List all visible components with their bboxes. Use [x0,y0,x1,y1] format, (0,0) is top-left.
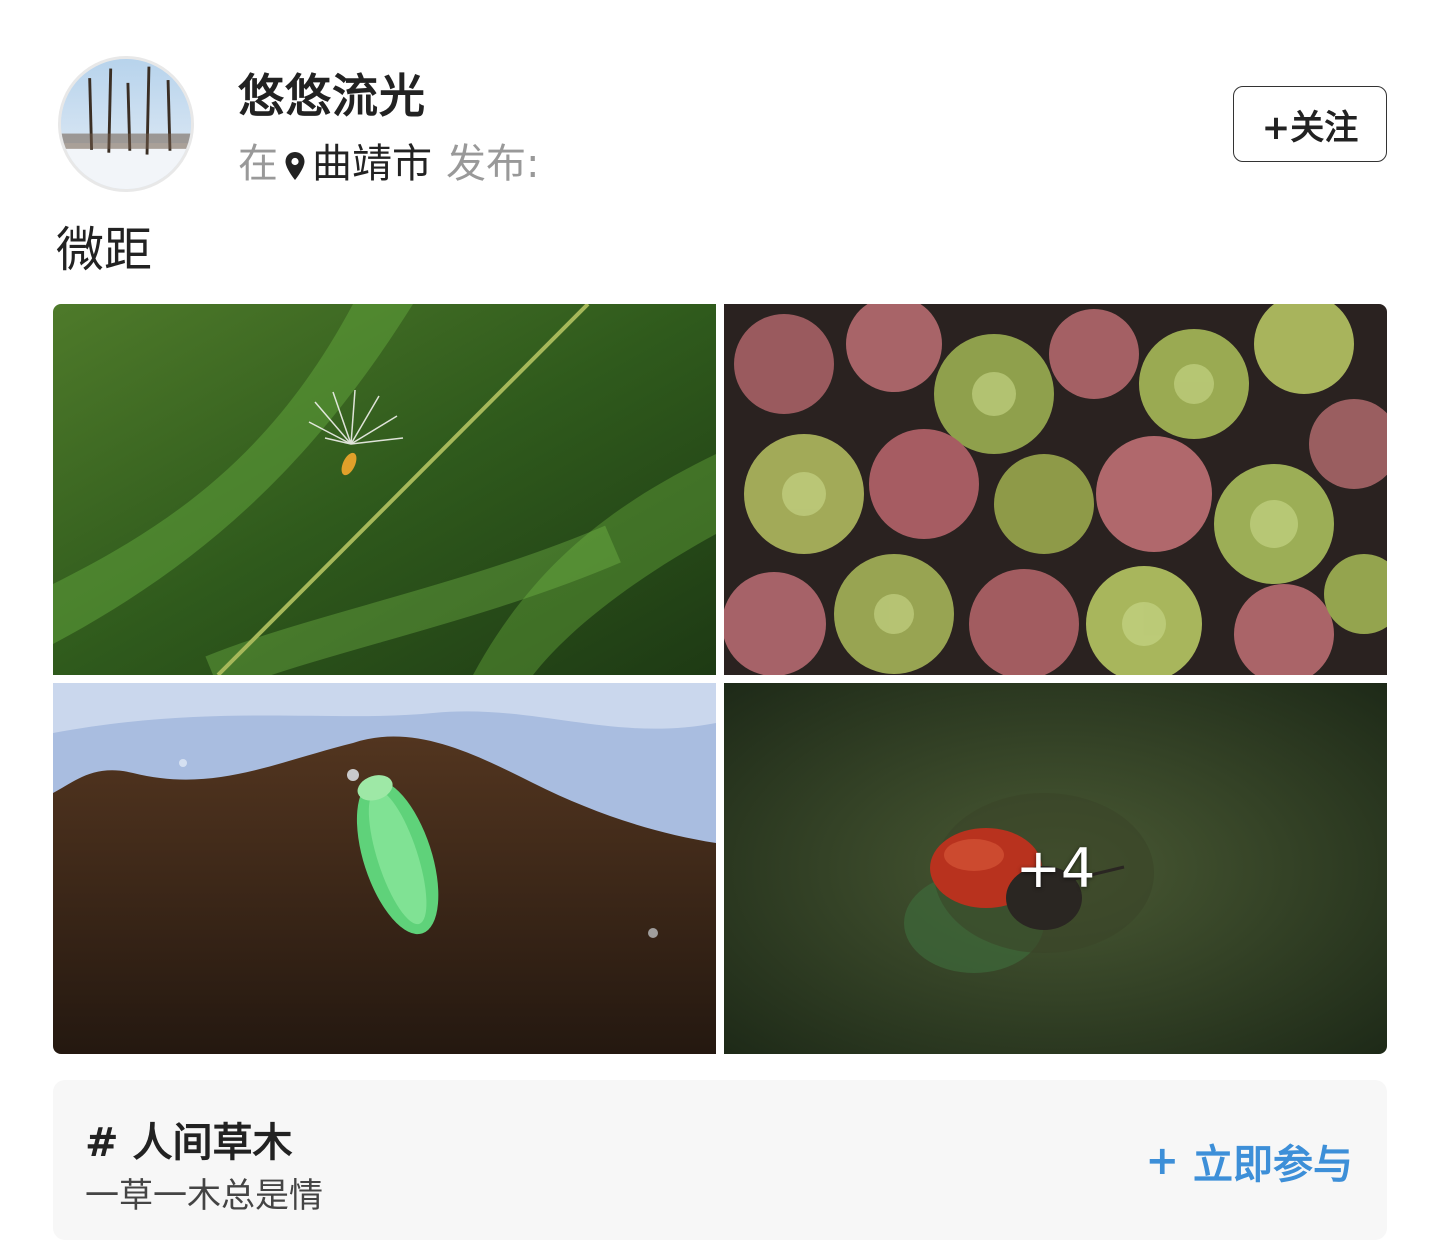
post-meta: 在 曲靖市 发布: [238,131,540,189]
map-pin-icon [284,145,306,180]
location-prefix: 在 [238,141,278,187]
publish-label: 发布: [446,141,540,187]
photo-red-beetle[interactable]: +4 [724,683,1387,1054]
more-photos-count[interactable]: +4 [724,683,1387,1054]
topic-card[interactable]: # 人间草木 一草一木总是情 + 立即参与 [53,1080,1387,1240]
author-name[interactable]: 悠悠流光 [238,60,426,126]
photo-leafhopper[interactable] [53,683,716,1054]
join-topic-button[interactable]: + 立即参与 [1145,1132,1353,1190]
avatar[interactable] [58,56,194,192]
photo-image [724,304,1387,675]
topic-description: 一草一木总是情 [85,1176,323,1216]
photo-image [53,683,716,1054]
location-city[interactable]: 曲靖市 [312,131,432,189]
join-label: 立即参与 [1193,1142,1353,1188]
post-text: 微距 [56,222,153,278]
photo-image [53,304,716,675]
photo-dandelion-seed[interactable] [53,304,716,675]
post-card: 悠悠流光 在 曲靖市 发布: +关注 微距 +4 # 人间草木 一草一木总是情 … [0,0,1440,1251]
topic-title[interactable]: # 人间草木 [85,1110,292,1168]
photo-water-fern[interactable] [724,304,1387,675]
avatar-image [61,59,191,189]
follow-button[interactable]: +关注 [1233,86,1387,162]
image-grid: +4 [53,304,1387,1054]
plus-icon: + [1145,1138,1179,1184]
